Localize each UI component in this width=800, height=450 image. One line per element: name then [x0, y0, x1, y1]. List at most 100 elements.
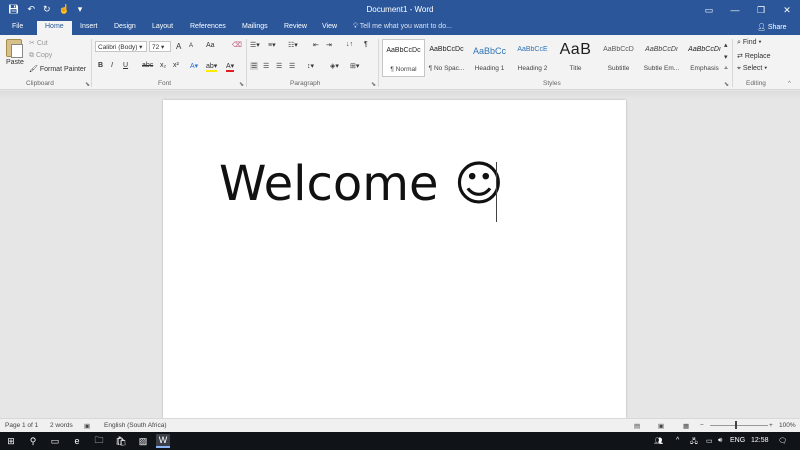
style-name: ¶ No Spac... — [428, 65, 465, 72]
text-effects-icon[interactable]: A▾ — [190, 62, 198, 70]
style-item[interactable]: AaBbCcDc ¶ No Spac... — [425, 39, 468, 77]
tab-references[interactable]: References — [190, 23, 226, 30]
paste-icon[interactable] — [6, 39, 23, 58]
photos-icon[interactable]: ▨ — [136, 434, 150, 448]
style-item[interactable]: AaBbCcDı Subtle Em... — [640, 39, 683, 77]
battery-icon[interactable]: ▭ — [706, 437, 713, 445]
edge-browser-icon[interactable]: e — [70, 434, 84, 448]
align-left-icon[interactable]: ☰ — [250, 62, 259, 70]
page-count[interactable]: Page 1 of 1 — [5, 422, 38, 429]
clear-formatting-icon[interactable]: ⌫ — [232, 41, 242, 49]
find-button[interactable]: ⌕ Find ▾ — [737, 39, 761, 47]
language-indicator-tray[interactable]: ENG — [730, 437, 745, 444]
store-icon[interactable]: 🛍︎ — [114, 434, 128, 448]
tab-mailings[interactable]: Mailings — [242, 23, 268, 30]
close-button[interactable]: ✕ — [774, 0, 800, 20]
volume-icon[interactable]: 🔊︎ — [718, 437, 722, 445]
paragraph-launcher-icon[interactable]: ⬊ — [371, 81, 376, 88]
multilevel-list-icon[interactable]: ☷▾ — [288, 41, 298, 49]
tab-insert[interactable]: Insert — [80, 23, 98, 30]
print-layout-icon[interactable]: ▣ — [658, 422, 664, 430]
tray-chevron-icon[interactable]: ^ — [676, 437, 679, 444]
style-item[interactable]: AaBbCc Heading 1 — [468, 39, 511, 77]
sort-icon[interactable]: ↓↑ — [346, 41, 353, 48]
style-item[interactable]: AaBbCcDc ¶ Normal — [382, 39, 425, 77]
cut-button[interactable]: ✂ Cut — [29, 39, 48, 47]
maximize-button[interactable]: ❐ — [748, 0, 774, 20]
tell-me-search[interactable]: 💡︎ Tell me what you want to do... — [353, 23, 452, 31]
align-center-icon[interactable]: ☰ — [263, 62, 269, 70]
tab-review[interactable]: Review — [284, 23, 307, 30]
language-indicator[interactable]: English (South Africa) — [104, 422, 167, 429]
task-view-icon[interactable]: ▭ — [48, 434, 62, 448]
zoom-in-icon[interactable]: + — [769, 422, 773, 429]
style-item[interactable]: AaBbCcD Subtitle — [597, 39, 640, 77]
underline-button[interactable]: U — [123, 62, 128, 69]
document-page[interactable]: Welcome ☺ — [163, 100, 626, 418]
subscript-button[interactable]: x₂ — [160, 62, 166, 69]
people-icon[interactable]: 👥︎ — [654, 437, 663, 445]
word-count[interactable]: 2 words — [50, 422, 73, 429]
styles-scroll-down-icon[interactable]: ▾ — [724, 53, 728, 61]
tab-home[interactable]: Home — [37, 21, 72, 35]
style-item[interactable]: AaBbCcDı Emphasis — [683, 39, 726, 77]
font-color-icon[interactable]: A▾ — [226, 62, 235, 72]
select-label: Select — [742, 65, 763, 72]
format-painter-button[interactable]: 🖌︎ Format Painter — [29, 65, 86, 73]
bullets-icon[interactable]: ☰▾ — [250, 41, 260, 49]
paste-button[interactable]: Paste — [6, 59, 24, 66]
clock[interactable]: 12:58 — [751, 437, 769, 444]
tab-design[interactable]: Design — [114, 23, 136, 30]
decrease-indent-icon[interactable]: ⇤ — [313, 41, 319, 49]
grow-font-button[interactable]: A — [176, 42, 181, 51]
tab-view[interactable]: View — [322, 23, 337, 30]
numbering-icon[interactable]: ≡▾ — [268, 41, 276, 49]
borders-icon[interactable]: ⊞▾ — [350, 62, 359, 70]
zoom-slider[interactable] — [710, 425, 768, 426]
tab-layout[interactable]: Layout — [152, 23, 173, 30]
collapse-ribbon-icon[interactable]: ^ — [788, 81, 791, 87]
network-icon[interactable]: 🖧︎ — [690, 437, 698, 448]
ribbon-display-options-button[interactable]: ▭ — [696, 0, 722, 20]
increase-indent-icon[interactable]: ⇥ — [326, 41, 332, 49]
styles-launcher-icon[interactable]: ⬊ — [724, 81, 729, 88]
zoom-level[interactable]: 100% — [779, 422, 796, 429]
clipboard-launcher-icon[interactable]: ⬊ — [85, 81, 90, 88]
web-layout-icon[interactable]: ▦ — [683, 422, 689, 430]
font-launcher-icon[interactable]: ⬊ — [239, 81, 244, 88]
show-marks-button[interactable]: ¶ — [364, 41, 368, 48]
copy-button[interactable]: ⧉ Copy — [29, 52, 52, 60]
windows-start-icon[interactable]: ⊞ — [4, 434, 18, 448]
shrink-font-button[interactable]: A — [189, 43, 193, 49]
shading-icon[interactable]: ◈▾ — [330, 62, 339, 70]
line-spacing-icon[interactable]: ↕▾ — [307, 62, 314, 70]
bold-button[interactable]: B — [98, 62, 103, 69]
read-mode-icon[interactable]: ▤ — [634, 422, 640, 430]
highlight-icon[interactable]: ab▾ — [206, 62, 218, 72]
styles-scroll-up-icon[interactable]: ▴ — [724, 41, 728, 49]
minimize-button[interactable]: — — [722, 0, 748, 20]
share-button[interactable]: 👤︎ Share — [757, 23, 787, 31]
styles-more-icon[interactable]: ⩡ — [724, 65, 728, 73]
style-item[interactable]: AaBbCcE Heading 2 — [511, 39, 554, 77]
select-button[interactable]: ⌖ Select ▾ — [737, 65, 767, 73]
change-case-button[interactable]: Aa — [206, 42, 215, 49]
proofing-icon[interactable]: ▣ — [84, 422, 90, 430]
tab-file[interactable]: File — [12, 23, 23, 30]
zoom-out-icon[interactable]: − — [700, 422, 704, 429]
file-explorer-icon[interactable]: 🗀︎ — [92, 434, 106, 448]
justify-icon[interactable]: ☰ — [289, 62, 295, 70]
notifications-icon[interactable]: 🗨︎ — [778, 437, 787, 445]
document-body-text[interactable]: Welcome ☺ — [219, 156, 504, 212]
style-item[interactable]: AaB Title — [554, 39, 597, 77]
align-right-icon[interactable]: ☰ — [276, 62, 282, 70]
replace-button[interactable]: ⇄ Replace — [737, 52, 771, 60]
font-name-select[interactable]: Calibri (Body) ▾ — [95, 41, 147, 52]
italic-button[interactable]: I — [111, 62, 113, 69]
superscript-button[interactable]: x² — [173, 62, 179, 69]
word-taskbar-icon[interactable]: W — [156, 434, 170, 448]
strikethrough-button[interactable]: abc — [142, 62, 153, 69]
zoom-slider-thumb[interactable] — [735, 421, 737, 429]
search-icon[interactable]: ⚲ — [26, 434, 40, 448]
font-size-select[interactable]: 72 ▾ — [149, 41, 171, 52]
